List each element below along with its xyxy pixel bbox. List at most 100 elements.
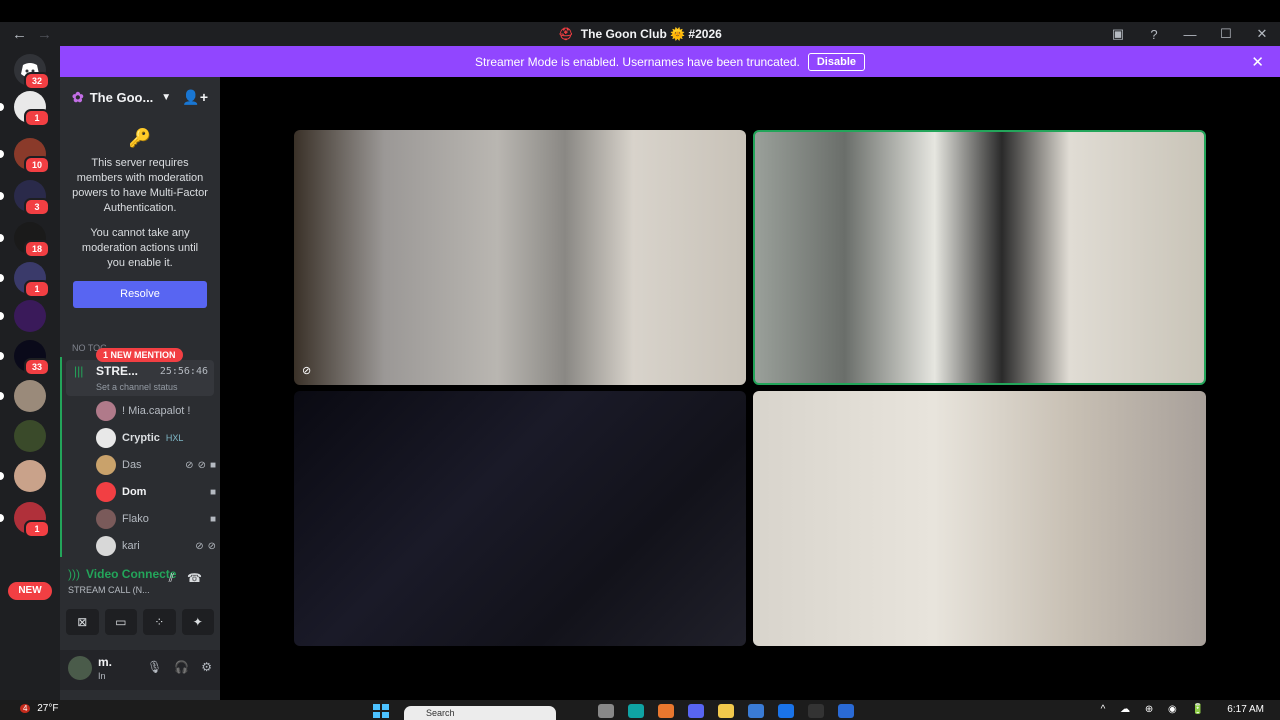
- new-mention-pill[interactable]: 1 NEW MENTION: [96, 348, 183, 362]
- deafened-icon: ⊘: [207, 540, 216, 552]
- camera-off-button[interactable]: ⊠: [66, 609, 99, 635]
- noise-suppression-icon[interactable]: ⫽: [169, 571, 174, 586]
- video-tile-4[interactable]: [753, 391, 1206, 646]
- muted-icon: ⊘: [185, 459, 194, 471]
- video-tile-3[interactable]: [294, 391, 746, 646]
- server-icon-2[interactable]: 10: [0, 138, 50, 174]
- file-explorer-icon[interactable]: [718, 704, 734, 718]
- voice-channel-icon: |||: [74, 364, 84, 378]
- avatar: [96, 509, 116, 529]
- windows-start-icon[interactable]: [372, 704, 390, 718]
- call-timer: 25:56:46: [159, 366, 208, 377]
- voice-user[interactable]: ! Mia.capalot !: [96, 400, 216, 422]
- avatar: [96, 455, 116, 475]
- server-icon-1[interactable]: 1: [0, 91, 50, 127]
- window-title: ⛑ The Goon Club 🌞 #2026: [558, 27, 722, 41]
- app-icon[interactable]: [808, 704, 824, 718]
- server-icon: ⛑: [558, 27, 574, 41]
- banner-text: Streamer Mode is enabled. Usernames have…: [475, 54, 800, 69]
- home-discord-button[interactable]: 32: [14, 54, 50, 90]
- minimize-icon[interactable]: —: [1172, 27, 1208, 42]
- voice-channel-sub[interactable]: STREAM CALL (N...: [68, 585, 150, 595]
- avatar: [96, 536, 116, 556]
- activities-button[interactable]: ⁘: [143, 609, 176, 635]
- disable-button[interactable]: Disable: [807, 52, 865, 71]
- video-tile-1[interactable]: ⊘: [294, 130, 746, 385]
- voice-user[interactable]: Cryptic HXL: [96, 427, 216, 449]
- server-icon-7[interactable]: 33: [0, 340, 50, 376]
- server-icon-4[interactable]: 18: [0, 222, 50, 258]
- soundboard-button[interactable]: ✦: [181, 609, 214, 635]
- voice-user[interactable]: Das ⊘ ⊘ ■: [96, 454, 216, 476]
- key-icon: 🔑: [128, 128, 152, 148]
- channel-name: STRE...: [96, 364, 139, 378]
- system-tray-icons[interactable]: ^ ☁ ⊕ ◉ 🔋: [1101, 704, 1210, 715]
- user-status-icons: ⊘ ⊘: [195, 541, 216, 552]
- edge-icon[interactable]: [628, 704, 644, 718]
- resolve-button[interactable]: Resolve: [73, 281, 207, 308]
- voice-user[interactable]: kari ⊘ ⊘: [96, 535, 216, 557]
- user-controls: 🎙 🎧 ⚙: [147, 660, 212, 674]
- voice-channel[interactable]: ||| STRE... 25:56:46 Set a channel statu…: [66, 360, 214, 396]
- close-banner-icon[interactable]: ✕: [1251, 53, 1264, 71]
- user-status-icons: ■: [210, 487, 216, 498]
- user-status: In: [98, 671, 106, 681]
- server-icon-5[interactable]: 1: [0, 262, 50, 298]
- chevron-down-icon: ▼: [161, 91, 172, 103]
- clock[interactable]: 6:17 AM: [1227, 704, 1264, 715]
- app-icon-2[interactable]: [838, 704, 854, 718]
- voice-user[interactable]: Dom ■: [96, 481, 216, 503]
- microphone-icon[interactable]: 🎙: [147, 660, 162, 674]
- inbox-icon[interactable]: ▣: [1100, 26, 1136, 42]
- voice-action-buttons: ⊠ ▭ ⁘ ✦: [66, 609, 214, 635]
- user-status-icons: ⊘ ⊘ ■: [185, 460, 216, 471]
- channel-status-input[interactable]: Set a channel status: [96, 382, 178, 392]
- server-rail: 32 1 10 3 18 1 33 1 NEW: [0, 46, 60, 700]
- maximize-icon[interactable]: ☐: [1208, 26, 1244, 42]
- new-servers-pill[interactable]: NEW: [8, 582, 52, 600]
- taskbar-apps: [598, 704, 854, 718]
- close-window-icon[interactable]: ✕: [1244, 26, 1280, 42]
- server-icon-8[interactable]: [0, 380, 46, 412]
- settings-gear-icon[interactable]: ⚙: [201, 660, 212, 674]
- camera-icon: ■: [209, 459, 216, 471]
- invite-people-icon[interactable]: 👤+: [182, 89, 208, 106]
- screen-share-button[interactable]: ▭: [104, 609, 137, 635]
- username: m.: [98, 655, 113, 669]
- deafened-icon: ⊘: [197, 459, 206, 471]
- taskbar-search-input[interactable]: Search: [404, 706, 556, 720]
- discord-taskbar-icon[interactable]: [688, 704, 704, 718]
- video-tile-2-speaking[interactable]: [753, 130, 1206, 385]
- server-header[interactable]: ✿ The Goo... ▼ 👤+: [60, 77, 220, 117]
- server-icon-9[interactable]: [14, 420, 46, 452]
- voice-user[interactable]: Flako ■: [96, 508, 216, 530]
- disconnect-icon[interactable]: ☎: [187, 571, 202, 585]
- top-bar: [0, 0, 1280, 22]
- windows-taskbar: 4 27°F Search ^ ☁ ⊕ ◉ 🔋 6:17 AM: [0, 700, 1280, 720]
- muted-icon: ⊘: [195, 540, 204, 552]
- mfa-notice: 🔑 This server requires members with mode…: [60, 117, 220, 271]
- user-status-icons: ■: [210, 514, 216, 525]
- server-flower-icon: ✿: [72, 88, 84, 105]
- signal-icon: ))): [68, 567, 80, 581]
- avatar: [96, 482, 116, 502]
- store-icon[interactable]: [748, 704, 764, 718]
- user-tag: HXL: [165, 433, 184, 443]
- headphones-icon[interactable]: 🎧: [174, 660, 189, 674]
- window-controls: ▣ ? — ☐ ✕: [1100, 22, 1280, 46]
- hp-icon[interactable]: [778, 704, 794, 718]
- task-view-icon[interactable]: [598, 704, 614, 718]
- weather-widget[interactable]: 4 27°F: [20, 703, 58, 714]
- firefox-icon[interactable]: [658, 704, 674, 718]
- help-icon[interactable]: ?: [1136, 27, 1172, 42]
- title-bar: ← → ⛑ The Goon Club 🌞 #2026 ▣ ? — ☐ ✕: [0, 22, 1280, 46]
- server-name: The Goo...: [89, 89, 154, 105]
- server-icon-10[interactable]: [0, 460, 46, 492]
- voice-status[interactable]: ))) Video Connecte: [68, 567, 176, 581]
- server-icon-3[interactable]: 3: [0, 180, 50, 216]
- camera-icon: ■: [209, 486, 216, 498]
- avatar[interactable]: [68, 656, 92, 680]
- server-icon-11[interactable]: 1: [0, 502, 50, 538]
- streamer-mode-banner: Streamer Mode is enabled. Usernames have…: [60, 46, 1280, 77]
- server-icon-6[interactable]: [0, 300, 46, 332]
